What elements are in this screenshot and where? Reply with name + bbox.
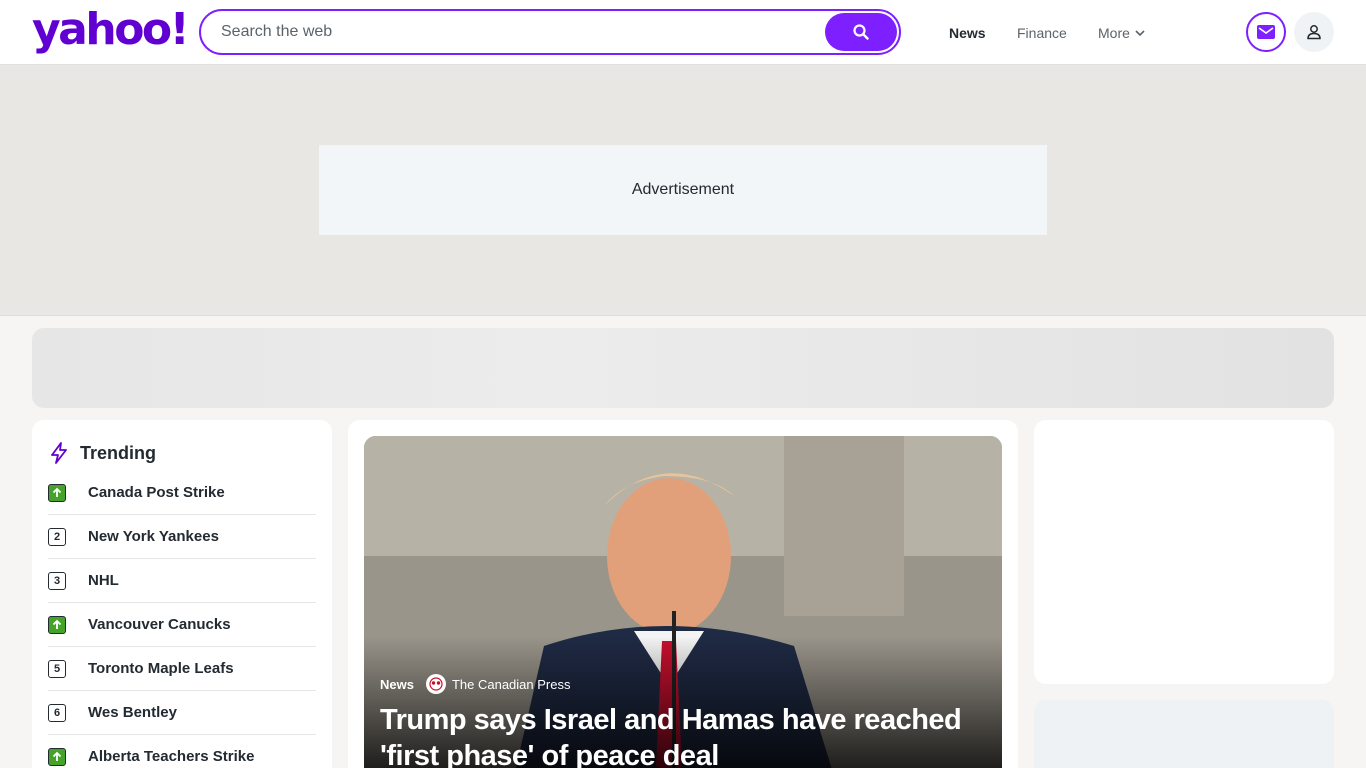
trending-list: Canada Post Strike 2 New York Yankees 3 …: [48, 471, 316, 768]
lightning-icon: [51, 442, 67, 464]
trending-item-label: NHL: [88, 572, 119, 589]
trending-item[interactable]: 3 NHL: [48, 559, 316, 603]
header: yahoo! News Finance More: [0, 0, 1366, 65]
trending-up-icon: [48, 615, 66, 634]
top-story-link[interactable]: News The Canadian Press Trump says Israe…: [364, 436, 1002, 768]
mail-button[interactable]: [1246, 12, 1286, 52]
trending-item-label: Vancouver Canucks: [88, 616, 231, 633]
trending-item-label: Wes Bentley: [88, 704, 177, 721]
nav-more[interactable]: More: [1098, 0, 1146, 65]
trending-item[interactable]: Vancouver Canucks: [48, 603, 316, 647]
trending-item[interactable]: 2 New York Yankees: [48, 515, 316, 559]
chevron-down-icon: [1135, 29, 1145, 36]
trending-rank: 6: [48, 703, 66, 722]
right-rail-module: [1034, 420, 1334, 684]
trending-item[interactable]: 6 Wes Bentley: [48, 691, 316, 735]
search-input[interactable]: [221, 11, 821, 53]
trending-item[interactable]: Alberta Teachers Strike: [48, 735, 316, 768]
advertisement-slot[interactable]: Advertisement: [319, 145, 1047, 235]
nav-finance[interactable]: Finance: [1017, 0, 1067, 65]
trending-up-icon: [48, 483, 66, 502]
mail-icon: [1257, 25, 1275, 39]
nav-more-label: More: [1098, 24, 1130, 41]
story-meta: News The Canadian Press: [380, 674, 570, 694]
trending-up-icon: [48, 747, 66, 766]
user-icon: [1307, 25, 1321, 40]
advertisement-label: Advertisement: [631, 181, 735, 198]
trending-header: Trending: [48, 440, 156, 466]
user-account-button[interactable]: [1294, 12, 1334, 52]
trending-title: Trending: [80, 442, 156, 463]
trending-item-label: Toronto Maple Leafs: [88, 660, 234, 677]
trending-item[interactable]: 5 Toronto Maple Leafs: [48, 647, 316, 691]
ad-banner-area: Advertisement: [0, 65, 1366, 316]
right-rail-module-secondary: [1034, 700, 1334, 768]
publisher-logo-icon: [425, 674, 446, 694]
nav-news[interactable]: News: [949, 0, 986, 65]
trending-item[interactable]: Canada Post Strike: [48, 471, 316, 515]
trending-rank: 2: [48, 527, 66, 546]
yahoo-logo[interactable]: yahoo!: [32, 8, 190, 52]
trending-item-label: Canada Post Strike: [88, 484, 225, 501]
story-category: News: [380, 676, 414, 692]
trending-item-label: New York Yankees: [88, 528, 219, 545]
story-publisher: The Canadian Press: [425, 674, 571, 694]
trending-rank: 5: [48, 659, 66, 678]
loading-placeholder: [32, 328, 1334, 408]
trending-rank: 3: [48, 571, 66, 590]
search-icon: [853, 24, 869, 40]
publisher-name: The Canadian Press: [451, 676, 571, 692]
search-button[interactable]: [825, 13, 897, 51]
story-headline[interactable]: Trump says Israel and Hamas have reached…: [380, 702, 980, 768]
search-bar: [199, 9, 901, 55]
trending-item-label: Alberta Teachers Strike: [88, 748, 255, 765]
